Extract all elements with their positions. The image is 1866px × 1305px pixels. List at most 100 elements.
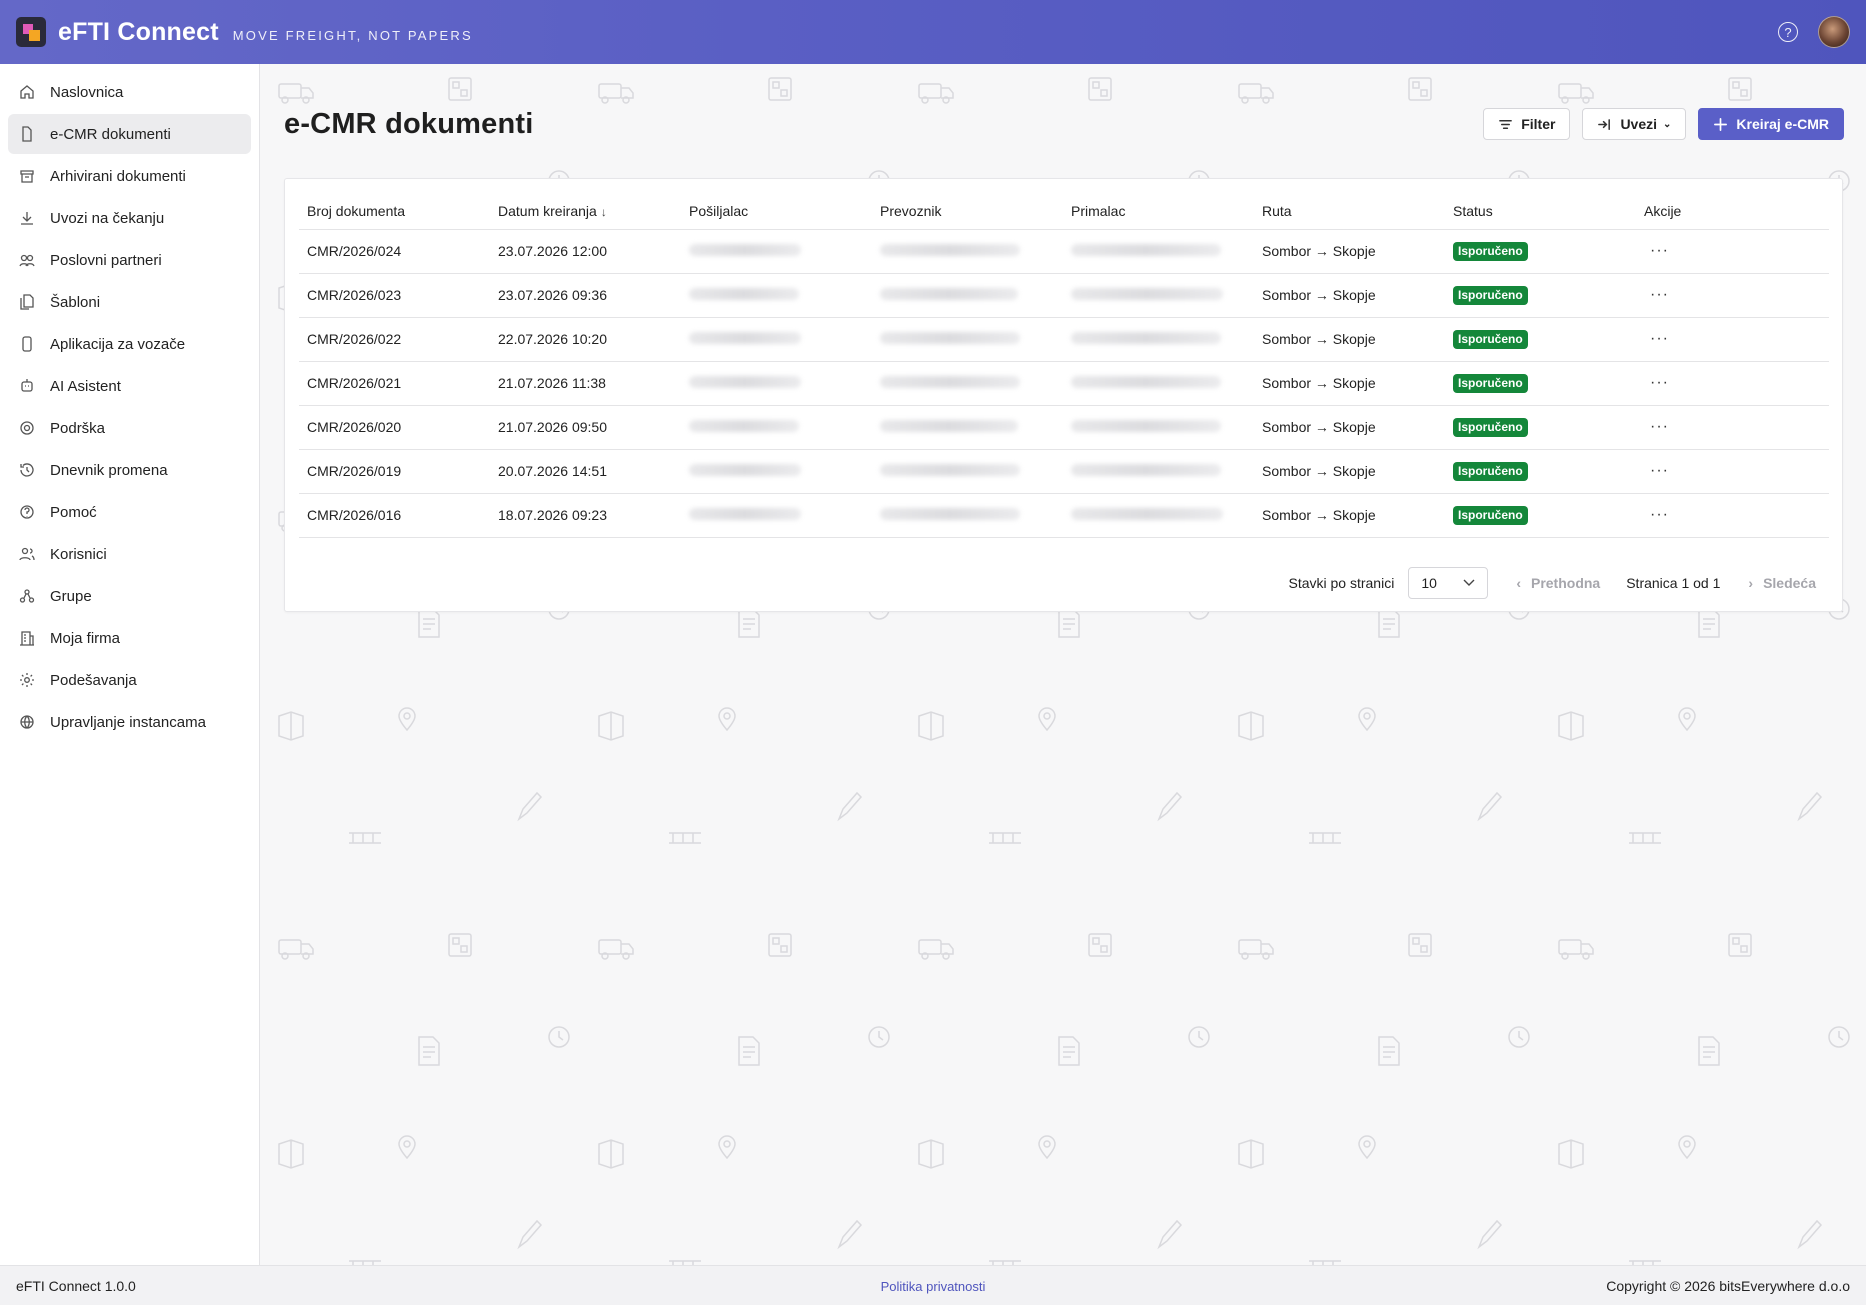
- sidebar-item-label: Moja firma: [50, 629, 121, 647]
- bot-icon: [18, 377, 36, 395]
- document-number[interactable]: CMR/2026/019: [299, 449, 490, 494]
- sort-desc-icon[interactable]: ↓: [601, 205, 607, 219]
- redacted-carrier: [880, 420, 1018, 432]
- actions-cell: ···: [1636, 405, 1829, 450]
- pagination: Stavki po stranici 10 ‹ Prethodna Strani…: [1288, 567, 1816, 599]
- help-icon[interactable]: ?: [1778, 22, 1798, 42]
- actions-cell: ···: [1636, 449, 1829, 494]
- table-row[interactable]: CMR/2026/021 21.07.2026 11:38 Sombor → Sko…: [299, 361, 1829, 406]
- recipient-cell: [1063, 229, 1254, 274]
- app-logo[interactable]: [16, 17, 46, 47]
- sidebar-item-label: Korisnici: [50, 545, 107, 563]
- created-date: 22.07.2026 10:20: [490, 317, 681, 362]
- more-actions-icon[interactable]: ···: [1644, 242, 1669, 259]
- table-row[interactable]: CMR/2026/019 20.07.2026 14:51 Sombor → Sko…: [299, 449, 1829, 494]
- recipient-cell: [1063, 361, 1254, 406]
- sidebar-item-building[interactable]: Moja firma: [8, 618, 251, 658]
- sender-cell: [681, 273, 872, 318]
- user-avatar[interactable]: [1818, 16, 1850, 48]
- sidebar-item-globe[interactable]: Upravljanje instancama: [8, 702, 251, 742]
- document-number[interactable]: CMR/2026/021: [299, 361, 490, 406]
- filter-button[interactable]: Filter: [1483, 108, 1571, 140]
- redacted-sender: [689, 508, 801, 520]
- more-actions-icon[interactable]: ···: [1644, 374, 1669, 391]
- more-actions-icon[interactable]: ···: [1644, 418, 1669, 435]
- sidebar-item-download[interactable]: Uvozi na čekanju: [8, 198, 251, 238]
- status-cell: Isporučeno: [1445, 405, 1636, 450]
- prev-page-button[interactable]: ‹ Prethodna: [1516, 575, 1600, 591]
- sidebar-item-document[interactable]: e-CMR dokumenti: [8, 114, 251, 154]
- table-row[interactable]: CMR/2026/022 22.07.2026 10:20 Sombor → Sko…: [299, 317, 1829, 362]
- status-badge: Isporučeno: [1453, 329, 1528, 349]
- sender-cell: [681, 361, 872, 406]
- sidebar-item-templates[interactable]: Šabloni: [8, 282, 251, 322]
- templates-icon: [18, 293, 36, 311]
- sidebar-item-phone[interactable]: Aplikacija za vozače: [8, 324, 251, 364]
- column-header-status[interactable]: Status: [1445, 193, 1636, 230]
- carrier-cell: [872, 449, 1063, 494]
- archive-icon: [18, 167, 36, 185]
- sidebar-item-users[interactable]: Korisnici: [8, 534, 251, 574]
- redacted-recipient: [1071, 332, 1221, 344]
- column-header-number[interactable]: Broj dokumenta: [299, 193, 490, 230]
- partners-icon: [18, 251, 36, 269]
- privacy-policy-link[interactable]: Politika privatnosti: [881, 1279, 986, 1294]
- more-actions-icon[interactable]: ···: [1644, 330, 1669, 347]
- table-row[interactable]: CMR/2026/023 23.07.2026 09:36 Sombor → Sko…: [299, 273, 1829, 318]
- recipient-cell: [1063, 493, 1254, 538]
- redacted-recipient: [1071, 288, 1223, 300]
- sidebar-item-label: Aplikacija za vozače: [50, 335, 186, 353]
- sidebar-item-help[interactable]: Pomoć: [8, 492, 251, 532]
- column-header-date[interactable]: Datum kreiranja ↓: [490, 193, 681, 230]
- sidebar-item-gear[interactable]: Podešavanja: [8, 660, 251, 700]
- users-icon: [18, 545, 36, 563]
- status-badge: Isporučeno: [1453, 373, 1528, 393]
- history-icon: [18, 461, 36, 479]
- sidebar-item-label: Upravljanje instancama: [50, 713, 206, 731]
- import-button[interactable]: Uvezi ⌄: [1582, 108, 1687, 140]
- route-cell: Sombor → Skopje: [1254, 317, 1445, 362]
- documents-table: Broj dokumenta Datum kreiranja ↓ Pošiljal…: [299, 193, 1829, 538]
- carrier-cell: [872, 361, 1063, 406]
- sidebar-item-support[interactable]: Podrška: [8, 408, 251, 448]
- sidebar-item-archive[interactable]: Arhivirani dokumenti: [8, 156, 251, 196]
- document-number[interactable]: CMR/2026/024: [299, 229, 490, 274]
- document-number[interactable]: CMR/2026/022: [299, 317, 490, 362]
- chevron-down-icon: ⌄: [1663, 118, 1672, 130]
- support-icon: [18, 419, 36, 437]
- chevron-down-icon: [1463, 579, 1475, 586]
- document-number[interactable]: CMR/2026/020: [299, 405, 490, 450]
- sidebar-item-partners[interactable]: Poslovni partneri: [8, 240, 251, 280]
- status-badge: Isporučeno: [1453, 241, 1528, 261]
- more-actions-icon[interactable]: ···: [1644, 286, 1669, 303]
- column-header-carrier[interactable]: Prevoznik: [872, 193, 1063, 230]
- sidebar-item-history[interactable]: Dnevnik promena: [8, 450, 251, 490]
- next-page-button[interactable]: › Sledeća: [1748, 575, 1816, 591]
- column-header-sender[interactable]: Pošiljalac: [681, 193, 872, 230]
- page-title: e-CMR dokumenti: [284, 108, 534, 140]
- document-number[interactable]: CMR/2026/016: [299, 493, 490, 538]
- chevron-left-icon: ‹: [1516, 575, 1521, 591]
- carrier-cell: [872, 493, 1063, 538]
- column-header-recipient[interactable]: Primalac: [1063, 193, 1254, 230]
- column-header-route[interactable]: Ruta: [1254, 193, 1445, 230]
- created-date: 18.07.2026 09:23: [490, 493, 681, 538]
- table-row[interactable]: CMR/2026/020 21.07.2026 09:50 Sombor → Sko…: [299, 405, 1829, 450]
- document-number[interactable]: CMR/2026/023: [299, 273, 490, 318]
- more-actions-icon[interactable]: ···: [1644, 506, 1669, 523]
- sidebar-item-home[interactable]: Naslovnica: [8, 72, 251, 112]
- table-row[interactable]: CMR/2026/016 18.07.2026 09:23 Sombor → Sko…: [299, 493, 1829, 538]
- more-actions-icon[interactable]: ···: [1644, 462, 1669, 479]
- per-page-value: 10: [1421, 575, 1437, 591]
- redacted-carrier: [880, 332, 1020, 344]
- app-name[interactable]: eFTI Connect: [58, 18, 219, 47]
- create-ecmr-button[interactable]: Kreiraj e-CMR: [1698, 108, 1844, 140]
- carrier-cell: [872, 229, 1063, 274]
- plus-icon: [1714, 117, 1728, 131]
- sidebar-item-groups[interactable]: Grupe: [8, 576, 251, 616]
- route-cell: Sombor → Skopje: [1254, 229, 1445, 274]
- per-page-select[interactable]: 10: [1408, 567, 1489, 599]
- sidebar-item-bot[interactable]: AI Asistent: [8, 366, 251, 406]
- status-badge: Isporučeno: [1453, 417, 1528, 437]
- table-row[interactable]: CMR/2026/024 23.07.2026 12:00 Sombor → Sko…: [299, 229, 1829, 274]
